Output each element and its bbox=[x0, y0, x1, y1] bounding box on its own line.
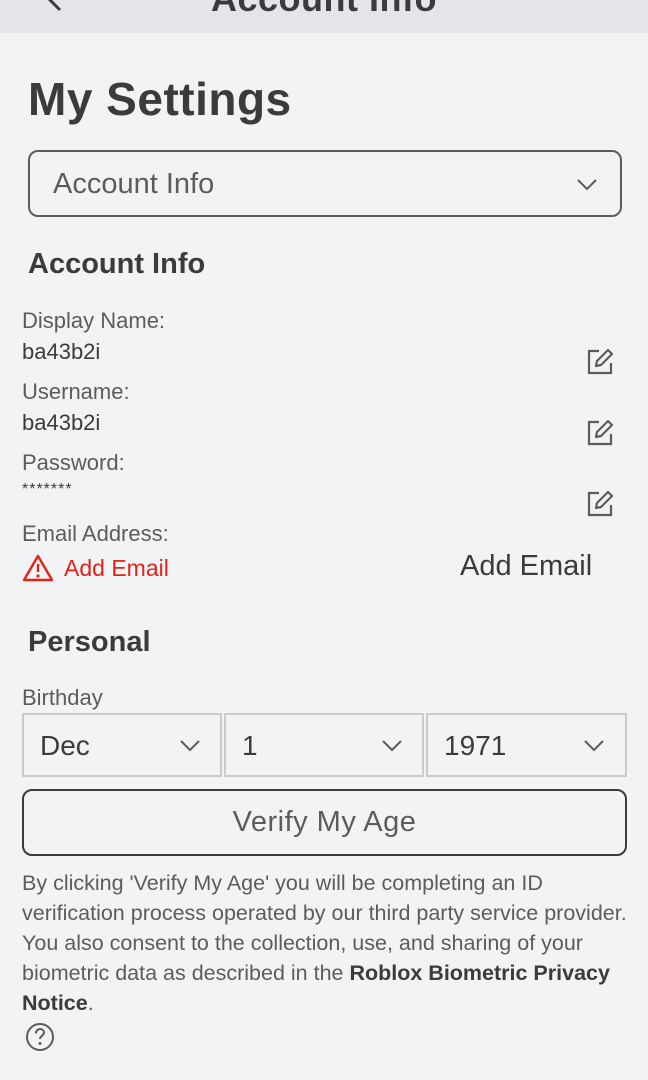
password-label: Password: bbox=[22, 450, 125, 475]
display-name-label: Display Name: bbox=[22, 308, 166, 333]
warning-icon bbox=[22, 554, 54, 582]
edit-display-name-icon[interactable] bbox=[585, 347, 615, 377]
password-value: ******* bbox=[22, 481, 73, 498]
page-title: My Settings bbox=[28, 73, 292, 125]
birth-year-value: 1971 bbox=[444, 730, 507, 761]
personal-heading: Personal bbox=[28, 626, 151, 658]
edit-password-icon[interactable] bbox=[585, 489, 615, 519]
email-warning-text: Add Email bbox=[64, 554, 169, 581]
birthday-label: Birthday bbox=[22, 685, 103, 710]
chevron-down-icon bbox=[577, 179, 597, 191]
birth-day-value: 1 bbox=[242, 730, 258, 761]
chevron-down-icon bbox=[584, 740, 604, 752]
account-info-heading: Account Info bbox=[28, 248, 206, 280]
verify-my-age-button[interactable]: Verify My Age bbox=[22, 789, 627, 856]
disclaimer-end: . bbox=[87, 991, 94, 1015]
birth-day-select[interactable]: 1 bbox=[224, 713, 424, 777]
birthday-selectors: Dec 1 1971 bbox=[22, 713, 627, 777]
header-title: Account Info bbox=[0, 0, 648, 20]
help-icon[interactable] bbox=[25, 1022, 55, 1052]
settings-category-dropdown[interactable]: Account Info bbox=[28, 150, 622, 217]
birth-year-select[interactable]: 1971 bbox=[426, 713, 627, 777]
verification-disclaimer: By clicking 'Verify My Age' you will be … bbox=[22, 868, 632, 1018]
username-value: ba43b2i bbox=[22, 410, 101, 435]
username-label: Username: bbox=[22, 379, 130, 404]
top-bar: Account Info bbox=[0, 0, 648, 33]
edit-username-icon[interactable] bbox=[585, 418, 615, 448]
birth-month-select[interactable]: Dec bbox=[22, 713, 222, 777]
dropdown-selected-label: Account Info bbox=[53, 168, 215, 200]
email-label: Email Address: bbox=[22, 521, 169, 546]
chevron-down-icon bbox=[382, 740, 402, 752]
add-email-button[interactable]: Add Email bbox=[460, 550, 592, 583]
birth-month-value: Dec bbox=[40, 730, 90, 761]
display-name-value: ba43b2i bbox=[22, 339, 101, 364]
email-warning: Add Email bbox=[22, 553, 169, 583]
chevron-down-icon bbox=[180, 740, 200, 752]
